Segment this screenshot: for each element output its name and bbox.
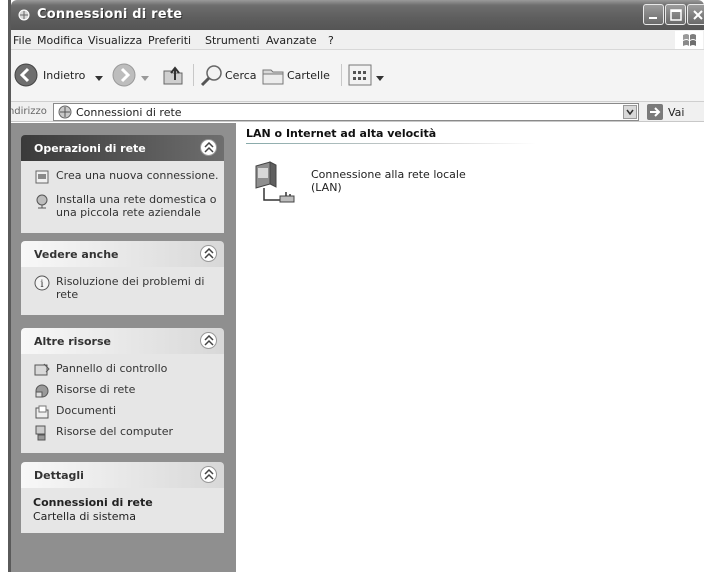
task-troubleshoot[interactable]: i Risoluzione dei problemi di rete xyxy=(21,275,224,301)
link-my-computer[interactable]: Risorse del computer xyxy=(21,425,224,443)
menu-strumenti[interactable]: Strumenti xyxy=(205,34,260,47)
views-icon xyxy=(347,63,373,90)
panel-see-also: Vedere anche i Risoluzione dei problemi … xyxy=(21,241,224,315)
task-pane: Operazioni di rete Crea una nuova connes… xyxy=(11,123,236,572)
forward-dropdown-icon[interactable] xyxy=(141,72,149,85)
toolbar-separator xyxy=(193,64,194,86)
views-button[interactable] xyxy=(347,62,387,88)
link-network-places[interactable]: Risorse di rete xyxy=(21,383,224,401)
collapse-chevron-icon[interactable] xyxy=(200,245,217,262)
details-name: Connessioni di rete xyxy=(33,496,153,509)
panel-network-tasks: Operazioni di rete Crea una nuova connes… xyxy=(21,135,224,233)
menu-preferiti[interactable]: Preferiti xyxy=(148,34,191,47)
panel-details: Dettagli Connessioni di rete Cartella di… xyxy=(21,462,224,533)
address-bar: Indirizzo Connessioni di rete Vai xyxy=(11,102,704,122)
window-title: Connessioni di rete xyxy=(37,7,183,22)
panel-body: Pannello di controllo Risorse di rete Do… xyxy=(21,354,224,453)
collapse-chevron-icon[interactable] xyxy=(200,139,217,156)
content-area: LAN o Internet ad alta velocità Connessi… xyxy=(236,123,704,572)
address-dropdown-icon[interactable] xyxy=(623,105,637,119)
menu-help[interactable]: ? xyxy=(328,34,334,47)
search-label: Cerca xyxy=(225,69,257,82)
panel-title: Vedere anche xyxy=(34,248,119,261)
panel-header[interactable]: Dettagli xyxy=(21,462,224,488)
svg-text:i: i xyxy=(40,279,43,290)
lan-connection-name: Connessione alla rete locale xyxy=(311,168,466,181)
address-input[interactable]: Connessioni di rete xyxy=(53,103,639,121)
network-connections-icon xyxy=(17,8,31,22)
folders-label: Cartelle xyxy=(287,69,330,82)
panel-title: Dettagli xyxy=(34,469,84,482)
forward-arrow-icon xyxy=(111,62,137,91)
back-label: Indietro xyxy=(43,69,86,82)
toolbar: Indietro Cerca Cartelle xyxy=(11,50,704,102)
back-dropdown-icon[interactable] xyxy=(95,72,103,85)
link-label: Documenti xyxy=(56,404,117,417)
collapse-chevron-icon[interactable] xyxy=(200,332,217,349)
folders-button[interactable]: Cartelle xyxy=(261,62,339,88)
forward-button[interactable] xyxy=(111,62,155,88)
back-arrow-icon xyxy=(13,62,39,91)
menu-modifica[interactable]: Modifica xyxy=(37,34,83,47)
address-label: Indirizzo xyxy=(8,106,47,117)
lan-connection-icon[interactable] xyxy=(250,158,300,208)
collapse-chevron-icon[interactable] xyxy=(200,466,217,483)
views-dropdown-icon[interactable] xyxy=(376,72,384,85)
link-label: Pannello di controllo xyxy=(56,362,168,375)
go-arrow-icon[interactable] xyxy=(647,104,663,120)
menu-visualizza[interactable]: Visualizza xyxy=(88,34,142,47)
new-connection-icon xyxy=(34,169,50,185)
link-control-panel[interactable]: Pannello di controllo xyxy=(21,362,224,380)
panel-header[interactable]: Altre risorse xyxy=(21,328,224,354)
group-header: LAN o Internet ad alta velocità xyxy=(246,127,437,140)
folders-icon xyxy=(261,64,285,89)
menu-file[interactable]: File xyxy=(13,34,31,47)
link-label: Risorse di rete xyxy=(56,383,136,396)
search-icon xyxy=(199,63,225,90)
help-icon: i xyxy=(34,275,50,291)
toolbar-separator xyxy=(341,64,342,86)
task-label: Risoluzione dei problemi di rete xyxy=(56,275,205,301)
panel-body: Connessioni di rete Cartella di sistema xyxy=(21,488,224,533)
address-value: Connessioni di rete xyxy=(76,106,182,119)
panel-header[interactable]: Vedere anche xyxy=(21,241,224,267)
panel-title: Operazioni di rete xyxy=(34,142,146,155)
menu-bar: File Modifica Visualizza Preferiti Strum… xyxy=(11,30,704,50)
details-type: Cartella di sistema xyxy=(33,510,136,523)
up-folder-button[interactable] xyxy=(159,62,187,88)
task-label: Installa una rete domestica o una piccol… xyxy=(56,193,217,219)
control-panel-icon xyxy=(34,362,50,378)
panel-other-places: Altre risorse Pannello di controllo Riso xyxy=(21,328,224,453)
go-button[interactable]: Vai xyxy=(668,106,684,119)
panel-title: Altre risorse xyxy=(34,335,111,348)
up-folder-icon xyxy=(161,63,185,90)
menu-avanzate[interactable]: Avanzate xyxy=(266,34,317,47)
task-new-connection[interactable]: Crea una nuova connessione. xyxy=(21,169,224,187)
my-computer-icon xyxy=(34,425,50,441)
panel-body: Crea una nuova connessione. Installa una… xyxy=(21,161,224,233)
group-divider xyxy=(246,143,536,144)
documents-icon xyxy=(34,404,50,420)
maximize-button[interactable] xyxy=(665,4,686,25)
link-label: Risorse del computer xyxy=(56,425,174,438)
panel-header[interactable]: Operazioni di rete xyxy=(21,135,224,161)
link-documents[interactable]: Documenti xyxy=(21,404,224,422)
explorer-window: Connessioni di rete File Modifica Visual… xyxy=(8,0,704,572)
panel-body: i Risoluzione dei problemi di rete xyxy=(21,267,224,315)
network-connections-icon xyxy=(57,105,73,122)
close-button[interactable] xyxy=(687,4,704,25)
lan-connection-name-suffix: (LAN) xyxy=(311,181,342,194)
back-button[interactable]: Indietro xyxy=(13,62,105,88)
network-places-icon xyxy=(34,383,50,399)
windows-logo-icon xyxy=(675,31,703,49)
minimize-button[interactable] xyxy=(643,4,664,25)
title-bar[interactable]: Connessioni di rete xyxy=(11,0,704,30)
search-button[interactable]: Cerca xyxy=(199,62,259,88)
task-home-network[interactable]: Installa una rete domestica o una piccol… xyxy=(21,193,224,219)
home-network-icon xyxy=(34,193,50,209)
task-label: Crea una nuova connessione. xyxy=(56,169,219,182)
lan-connection-item[interactable]: Connessione alla rete locale (LAN) xyxy=(311,168,511,194)
